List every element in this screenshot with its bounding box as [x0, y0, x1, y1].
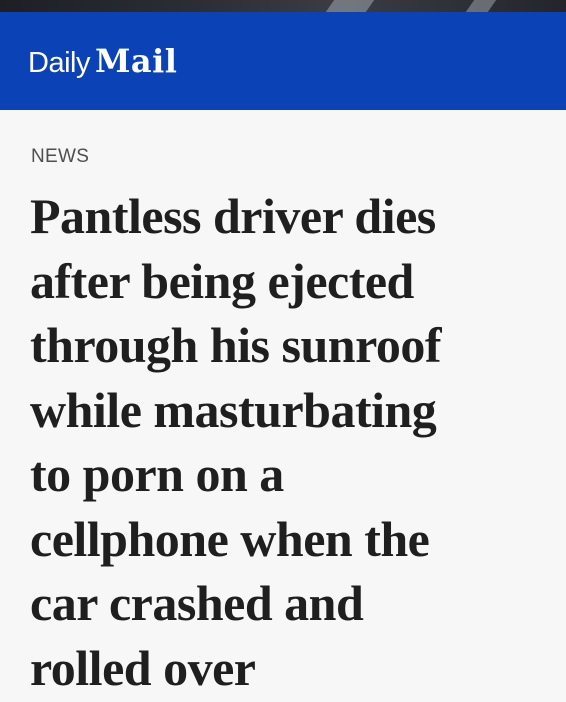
- headline-line: Pantless driver dies: [30, 188, 436, 244]
- site-header: Daily Mail: [0, 12, 566, 110]
- headline-line: car crashed and: [30, 575, 364, 631]
- section-label[interactable]: NEWS: [31, 146, 89, 168]
- headline-line: to porn on a: [30, 446, 284, 502]
- photo-glint: [465, 0, 497, 12]
- headline-line: rolled over: [30, 639, 256, 696]
- photo-glint: [325, 0, 375, 12]
- headline-line: cellphone when the: [30, 510, 430, 567]
- logo-mail-text: Mail: [94, 42, 178, 80]
- article-headline[interactable]: Pantless driver dies after being ejected…: [30, 184, 550, 700]
- daily-mail-logo[interactable]: Daily Mail: [28, 42, 177, 80]
- article-content: NEWS Pantless driver dies after being ej…: [0, 110, 566, 702]
- headline-line: while masturbating: [30, 381, 437, 438]
- header-photo: [0, 0, 566, 12]
- headline-line: through his sunroof: [30, 317, 442, 373]
- article-page: Daily Mail NEWS Pantless driver dies aft…: [0, 0, 566, 702]
- logo-daily-text: Daily: [28, 47, 90, 79]
- headline-line: after being ejected: [30, 252, 414, 309]
